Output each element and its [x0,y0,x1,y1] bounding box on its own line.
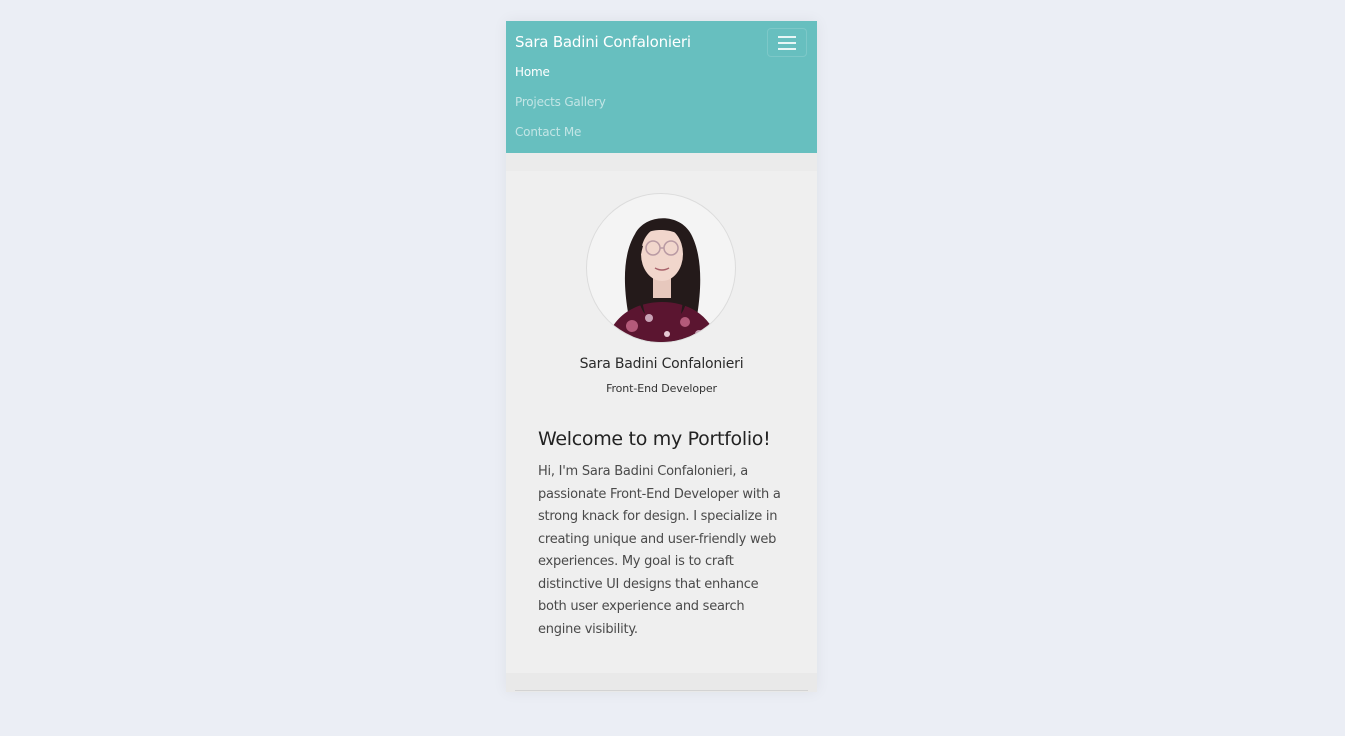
section-separator [506,153,817,171]
navbar-toggler-button[interactable] [767,28,807,57]
mobile-viewport: Sara Badini Confalonieri Home Projects G… [506,21,817,692]
nav-link-projects-gallery[interactable]: Projects Gallery [515,95,606,109]
intro-line: Hi, I'm Sara Badini Confalonieri, a [538,464,748,479]
intro-line: both user experience and search [538,599,745,614]
intro-paragraph: Hi, I'm Sara Badini Confalonieri, a pass… [538,461,788,641]
intro-line: passionate Front-End Developer with a [538,486,781,502]
intro-line: strong knack for design. I specialize in [538,509,778,524]
profile-name: Sara Badini Confalonieri [579,356,744,372]
nav-link-contact-me[interactable]: Contact Me [515,125,581,139]
profile-photo [586,193,736,343]
profile-role: Front-End Developer [606,382,717,395]
divider [515,690,808,691]
nav-link-home[interactable]: Home [515,65,550,79]
intro-line: creating unique and user-friendly web [538,531,777,547]
navbar: Sara Badini Confalonieri Home Projects G… [506,21,817,153]
welcome-heading: Welcome to my Portfolio! [538,428,771,450]
intro-line: distinctive UI designs that enhance [538,576,759,592]
intro-line: experiences. My goal is to craft [538,554,734,569]
navbar-brand[interactable]: Sara Badini Confalonieri [515,33,691,51]
intro-line: engine visibility. [538,621,638,637]
